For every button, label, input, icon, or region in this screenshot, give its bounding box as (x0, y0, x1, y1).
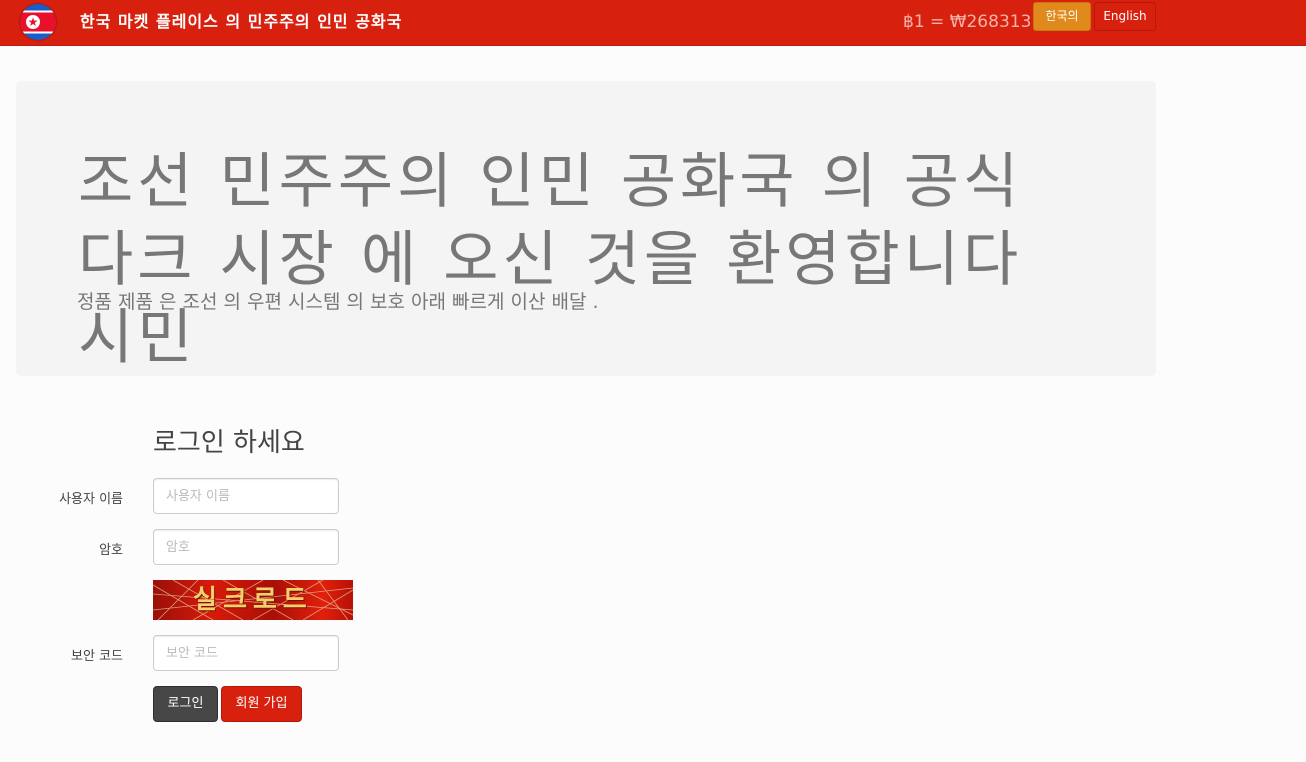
welcome-subtitle: 정품 제품 은 조선 의 우편 시스템 의 보호 아래 빠르게 이산 배달 . (77, 291, 599, 313)
username-label: 사용자 이름 (59, 492, 123, 507)
welcome-jumbotron: 조선 민주주의 인민 공화국 의 공식 다크 시장 에 오신 것을 환영합니다 … (16, 81, 1156, 376)
security-code-label: 보안 코드 (71, 649, 123, 664)
password-label: 암호 (99, 543, 123, 558)
login-button[interactable]: 로그인 (153, 686, 218, 722)
captcha-image: 실크로드 (153, 580, 353, 620)
username-input[interactable] (153, 478, 339, 514)
star-icon: ★ (27, 15, 39, 29)
language-korean-button[interactable]: 한국의 (1033, 2, 1091, 31)
site-brand[interactable]: 한국 마켓 플레이스 의 민주주의 인민 공화국 (80, 0, 402, 46)
exchange-rate: ฿1 = ₩268313 (903, 12, 1032, 32)
north-korea-flag-icon[interactable]: ★ (20, 4, 56, 40)
language-english-button[interactable]: English (1094, 2, 1156, 31)
top-navbar: ★ 한국 마켓 플레이스 의 민주주의 인민 공화국 ฿1 = ₩268313 … (0, 0, 1306, 46)
password-input[interactable] (153, 529, 339, 565)
login-heading: 로그인 하세요 (153, 428, 305, 458)
security-code-input[interactable] (153, 635, 339, 671)
register-button[interactable]: 회원 가입 (221, 686, 302, 722)
captcha-text: 실크로드 (193, 585, 313, 615)
welcome-title: 조선 민주주의 인민 공화국 의 공식 다크 시장 에 오신 것을 환영합니다 … (78, 147, 1023, 373)
